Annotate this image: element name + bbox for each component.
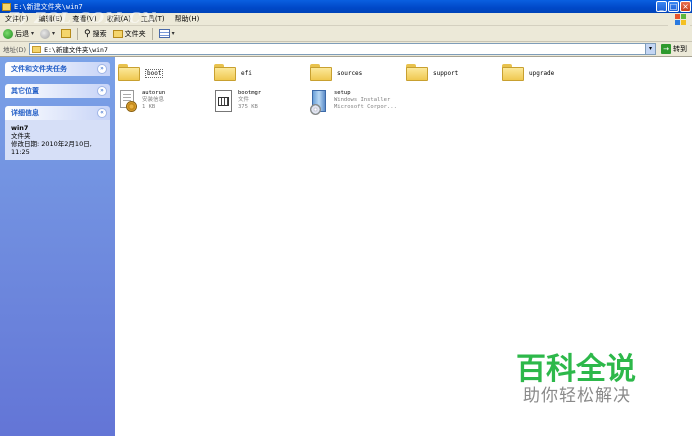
folders-icon xyxy=(112,29,123,38)
address-bar: 地址(D) E:\新建文件夹\win7 ▾ → 转到 xyxy=(0,42,692,57)
forward-arrow-icon xyxy=(40,28,51,39)
windows-logo-icon xyxy=(668,13,690,26)
file-size: 375 KB xyxy=(238,104,258,110)
panel-title: 详细信息 xyxy=(11,109,39,117)
installer-icon xyxy=(310,90,330,115)
minimize-button[interactable]: _ xyxy=(656,1,667,12)
panel-header-other-places[interactable]: 其它位置 » xyxy=(5,84,110,98)
address-dropdown-button[interactable]: ▾ xyxy=(645,43,656,55)
file-name: bootmgr xyxy=(238,90,262,96)
folder-item-support[interactable]: support xyxy=(406,63,458,81)
file-type: 安装信息 xyxy=(142,97,165,103)
menu-file[interactable]: 文件(F) xyxy=(0,14,34,24)
folder-name: sources xyxy=(337,70,363,77)
folder-item-boot[interactable]: boot xyxy=(118,63,164,81)
details-type: 文件夹 xyxy=(11,132,31,140)
file-type: Windows Installer xyxy=(334,97,391,103)
menu-favorites[interactable]: 收藏(A) xyxy=(102,14,136,24)
search-label: 搜索 xyxy=(92,29,107,38)
back-label: 后退 xyxy=(15,29,29,38)
file-company: Microsoft Corpor... xyxy=(334,104,397,110)
chevron-down-icon: ▾ xyxy=(171,30,175,37)
up-button[interactable] xyxy=(58,27,74,41)
file-name: autorun xyxy=(142,90,166,96)
window-controls: _ □ × xyxy=(656,1,691,12)
address-value: E:\新建文件夹\win7 xyxy=(44,46,108,54)
folder-item-sources[interactable]: sources xyxy=(310,63,362,81)
folder-item-efi[interactable]: efi xyxy=(214,63,252,81)
chevron-up-icon[interactable]: « xyxy=(97,108,107,118)
folders-label: 文件夹 xyxy=(124,29,146,38)
search-button[interactable]: ⚲ 搜索 xyxy=(81,27,110,41)
file-type: 文件 xyxy=(238,97,250,103)
forward-button[interactable]: ▾ xyxy=(37,27,58,41)
views-button[interactable]: ▾ xyxy=(156,27,178,41)
system-file-icon xyxy=(214,90,234,114)
panel-header-file-tasks[interactable]: 文件和文件夹任务 » xyxy=(5,62,110,76)
views-icon xyxy=(158,29,170,38)
folder-icon xyxy=(310,63,332,81)
address-label: 地址(D) xyxy=(3,46,27,54)
search-icon: ⚲ xyxy=(84,28,91,39)
details-name: win7 xyxy=(11,124,29,132)
folder-icon xyxy=(32,45,42,53)
folder-icon xyxy=(502,63,524,81)
folder-name: support xyxy=(433,70,459,77)
folder-up-icon xyxy=(61,29,72,38)
back-button[interactable]: 后退 ▾ xyxy=(0,27,37,41)
file-item-autorun[interactable]: autorun 安装信息 1 KB xyxy=(118,90,165,114)
folder-icon xyxy=(214,63,236,81)
menu-edit[interactable]: 编辑(E) xyxy=(34,14,68,24)
back-arrow-icon xyxy=(3,28,13,39)
task-pane: 文件和文件夹任务 » 其它位置 » 详细信息 « win7 文件夹 修改日期: … xyxy=(0,57,115,436)
file-item-bootmgr[interactable]: bootmgr 文件 375 KB xyxy=(214,90,261,114)
file-item-setup[interactable]: setup Windows Installer Microsoft Corpor… xyxy=(310,90,397,115)
chevron-down-icon: ▾ xyxy=(52,30,56,37)
chevron-down-icon[interactable]: » xyxy=(97,64,107,74)
file-size: 1 KB xyxy=(142,104,156,110)
menu-help[interactable]: 帮助(H) xyxy=(170,14,205,24)
maximize-button[interactable]: □ xyxy=(668,1,679,12)
close-button[interactable]: × xyxy=(680,1,691,12)
watermark-slogan: 助你轻松解决 xyxy=(523,386,631,406)
menu-tools[interactable]: 工具(T) xyxy=(136,14,170,24)
address-input[interactable]: E:\新建文件夹\win7 xyxy=(29,43,646,55)
window-title: E:\新建文件夹\win7 xyxy=(14,2,83,11)
folder-name: boot xyxy=(145,69,164,78)
toolbar: 后退 ▾ ▾ ⚲ 搜索 文件夹 ▾ xyxy=(0,26,692,42)
details-body: win7 文件夹 修改日期: 2010年2月10日, 11:25 xyxy=(5,120,110,160)
toolbar-separator xyxy=(77,27,79,40)
folder-icon xyxy=(406,63,428,81)
menu-bar: 文件(F) 编辑(E) 查看(V) 收藏(A) 工具(T) 帮助(H) xyxy=(0,13,692,26)
panel-file-tasks: 文件和文件夹任务 » xyxy=(5,62,110,76)
go-label: 转到 xyxy=(673,45,687,53)
toolbar-separator xyxy=(151,27,153,40)
setup-info-icon xyxy=(118,90,138,114)
title-bar: E:\新建文件夹\win7 _ □ × xyxy=(0,0,692,13)
panel-header-details[interactable]: 详细信息 « xyxy=(5,106,110,120)
file-name: setup xyxy=(334,90,351,96)
details-modified: 修改日期: 2010年2月10日, 11:25 xyxy=(11,140,92,156)
chevron-down-icon[interactable]: » xyxy=(97,86,107,96)
chevron-down-icon: ▾ xyxy=(31,30,35,37)
folder-icon xyxy=(2,2,11,11)
folder-item-upgrade[interactable]: upgrade xyxy=(502,63,554,81)
panel-title: 文件和文件夹任务 xyxy=(11,65,67,73)
panel-title: 其它位置 xyxy=(11,87,39,95)
panel-details: 详细信息 « win7 文件夹 修改日期: 2010年2月10日, 11:25 xyxy=(5,106,110,160)
folder-name: upgrade xyxy=(529,70,555,77)
menu-view[interactable]: 查看(V) xyxy=(67,14,101,24)
folder-icon xyxy=(118,63,140,81)
folders-button[interactable]: 文件夹 xyxy=(110,27,149,41)
go-arrow-icon: → xyxy=(661,44,671,54)
go-button[interactable]: → 转到 xyxy=(656,44,692,54)
panel-other-places: 其它位置 » xyxy=(5,84,110,98)
folder-name: efi xyxy=(241,70,252,77)
